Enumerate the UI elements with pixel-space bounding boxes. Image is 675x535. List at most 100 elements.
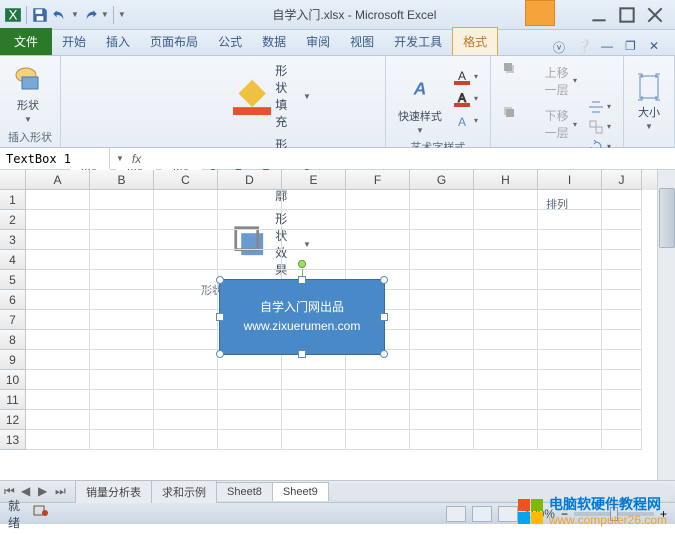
cell[interactable] (346, 230, 410, 250)
cell[interactable] (474, 370, 538, 390)
workbook-restore-icon[interactable]: ❐ (625, 39, 641, 55)
row-header[interactable]: 3 (0, 230, 26, 250)
cell[interactable] (474, 350, 538, 370)
formula-bar[interactable] (149, 148, 669, 169)
rotation-handle[interactable] (298, 260, 306, 268)
cell[interactable] (154, 270, 218, 290)
minimize-button[interactable] (591, 7, 607, 23)
cell[interactable] (602, 190, 642, 210)
col-header[interactable]: D (218, 170, 282, 190)
resize-handle-l[interactable] (216, 313, 224, 321)
shape-fill-button[interactable]: 形状填充▼ (229, 60, 315, 132)
cell[interactable] (282, 410, 346, 430)
row-header[interactable]: 10 (0, 370, 26, 390)
cell[interactable] (410, 390, 474, 410)
col-header[interactable]: G (410, 170, 474, 190)
cell[interactable] (26, 210, 90, 230)
drawing-tools-context-tab[interactable] (525, 0, 555, 26)
cell[interactable] (218, 390, 282, 410)
cell[interactable] (602, 230, 642, 250)
undo-icon[interactable] (51, 6, 69, 24)
cell[interactable] (538, 370, 602, 390)
cell[interactable] (538, 190, 602, 210)
sheet-nav-prev[interactable]: ◀ (21, 484, 37, 500)
col-header[interactable]: B (90, 170, 154, 190)
col-header[interactable]: I (538, 170, 602, 190)
cell[interactable] (154, 330, 218, 350)
cell[interactable] (218, 370, 282, 390)
cell[interactable] (282, 390, 346, 410)
qat-customize[interactable]: ▼ (118, 10, 126, 19)
cell[interactable] (346, 250, 410, 270)
cell[interactable] (474, 210, 538, 230)
cell[interactable] (282, 210, 346, 230)
align-button[interactable]: ▾ (585, 98, 615, 116)
cell[interactable] (538, 250, 602, 270)
redo-dropdown[interactable]: ▼ (101, 10, 109, 19)
cell[interactable] (90, 310, 154, 330)
cell[interactable] (602, 390, 642, 410)
cell[interactable] (474, 430, 538, 450)
name-box[interactable]: TextBox 1 (0, 148, 110, 169)
tab-data[interactable]: 数据 (252, 28, 296, 55)
redo-icon[interactable] (81, 6, 99, 24)
cell[interactable] (538, 290, 602, 310)
cell[interactable] (410, 410, 474, 430)
cell[interactable] (282, 190, 346, 210)
tab-view[interactable]: 视图 (340, 28, 384, 55)
vertical-scrollbar[interactable] (657, 170, 675, 480)
resize-handle-tr[interactable] (380, 276, 388, 284)
workbook-minimize-icon[interactable]: — (601, 39, 617, 55)
cell[interactable] (90, 270, 154, 290)
cell[interactable] (474, 250, 538, 270)
fx-expand[interactable]: ▼ (116, 154, 124, 163)
cell[interactable] (154, 430, 218, 450)
maximize-button[interactable] (619, 7, 635, 23)
text-fill-button[interactable]: A▾ (450, 67, 482, 87)
resize-handle-b[interactable] (298, 350, 306, 358)
cell[interactable] (154, 210, 218, 230)
cell[interactable] (154, 190, 218, 210)
cell[interactable] (154, 250, 218, 270)
cell[interactable] (26, 410, 90, 430)
cell[interactable] (218, 410, 282, 430)
cell[interactable] (474, 410, 538, 430)
col-header[interactable]: E (282, 170, 346, 190)
sheet-tab[interactable]: 销量分析表 (75, 480, 152, 503)
col-header[interactable]: A (26, 170, 90, 190)
vscroll-thumb[interactable] (659, 188, 675, 248)
tab-layout[interactable]: 页面布局 (140, 28, 208, 55)
cell[interactable] (26, 390, 90, 410)
cell[interactable] (154, 310, 218, 330)
cell[interactable] (218, 430, 282, 450)
cell[interactable] (346, 370, 410, 390)
help-icon[interactable]: ❔ (577, 39, 593, 55)
cell[interactable] (26, 290, 90, 310)
row-header[interactable]: 4 (0, 250, 26, 270)
tab-formula[interactable]: 公式 (208, 28, 252, 55)
cell[interactable] (474, 310, 538, 330)
quick-styles-button[interactable]: A 快速样式▼ (394, 60, 446, 137)
cell[interactable] (26, 310, 90, 330)
cell[interactable] (90, 190, 154, 210)
cell[interactable] (26, 430, 90, 450)
cell[interactable] (26, 370, 90, 390)
sheet-tab[interactable]: 求和示例 (151, 480, 217, 503)
cell[interactable] (602, 310, 642, 330)
row-header[interactable]: 8 (0, 330, 26, 350)
cell[interactable] (538, 410, 602, 430)
cell[interactable] (410, 230, 474, 250)
row-header[interactable]: 9 (0, 350, 26, 370)
cell[interactable] (474, 270, 538, 290)
row-header[interactable]: 11 (0, 390, 26, 410)
tab-format[interactable]: 格式 (452, 27, 498, 55)
cell[interactable] (538, 310, 602, 330)
cell[interactable] (346, 390, 410, 410)
cell[interactable] (282, 430, 346, 450)
cell[interactable] (282, 250, 346, 270)
row-header[interactable]: 7 (0, 310, 26, 330)
cell[interactable] (410, 270, 474, 290)
cell[interactable] (410, 310, 474, 330)
minimize-ribbon-icon[interactable]: ⓥ (553, 39, 569, 55)
resize-handle-t[interactable] (298, 276, 306, 284)
